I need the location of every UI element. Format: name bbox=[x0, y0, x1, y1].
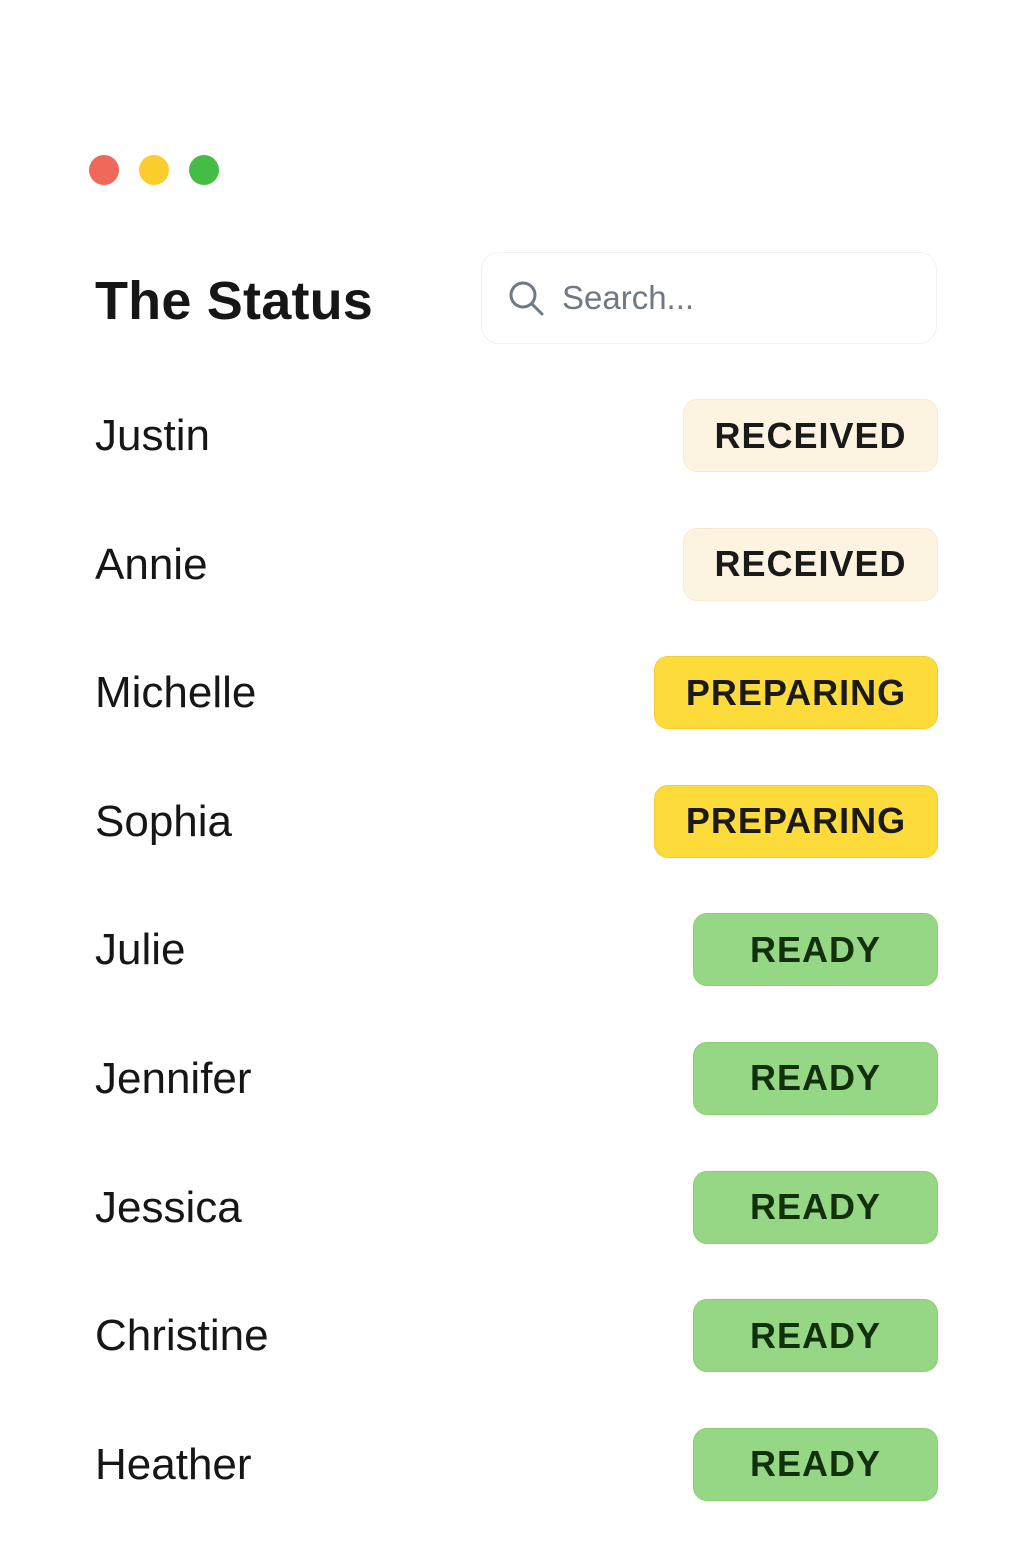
status-badge: READY bbox=[693, 1427, 938, 1501]
search-icon bbox=[506, 278, 546, 318]
status-badge: RECEIVED bbox=[683, 527, 938, 601]
list-item: Jennifer READY bbox=[95, 1041, 938, 1170]
zoom-button[interactable] bbox=[189, 155, 219, 185]
list-item: Jessica READY bbox=[95, 1170, 938, 1299]
status-badge: PREPARING bbox=[654, 784, 938, 858]
list-item: Julie READY bbox=[95, 912, 938, 1041]
app-window: The Status Justin RECEIVED Annie RECEIVE… bbox=[0, 0, 1024, 1536]
list-item: Michelle PREPARING bbox=[95, 655, 938, 784]
status-badge: READY bbox=[693, 913, 938, 987]
header: The Status bbox=[95, 252, 938, 346]
minimize-button[interactable] bbox=[139, 155, 169, 185]
customer-name: Jennifer bbox=[95, 1053, 252, 1103]
search-box[interactable] bbox=[481, 252, 937, 344]
status-badge: READY bbox=[693, 1299, 938, 1373]
customer-name: Christine bbox=[95, 1311, 269, 1361]
customer-name: Annie bbox=[95, 539, 208, 589]
order-status-list: Justin RECEIVED Annie RECEIVED Michelle … bbox=[95, 398, 938, 1555]
status-badge: RECEIVED bbox=[683, 399, 938, 472]
customer-name: Jessica bbox=[95, 1182, 242, 1232]
list-item: Justin RECEIVED bbox=[95, 398, 938, 527]
status-badge: READY bbox=[693, 1041, 938, 1115]
window-controls bbox=[89, 155, 219, 185]
close-button[interactable] bbox=[89, 155, 119, 185]
customer-name: Sophia bbox=[95, 796, 233, 846]
customer-name: Justin bbox=[95, 411, 210, 460]
customer-name: Michelle bbox=[95, 668, 257, 718]
status-badge: READY bbox=[693, 1170, 938, 1244]
list-item: Christine READY bbox=[95, 1298, 938, 1427]
list-item: Sophia PREPARING bbox=[95, 784, 938, 913]
list-item: Annie RECEIVED bbox=[95, 527, 938, 656]
page-title: The Status bbox=[95, 271, 374, 331]
customer-name: Julie bbox=[95, 925, 186, 975]
search-input[interactable] bbox=[560, 278, 914, 318]
status-badge: PREPARING bbox=[654, 656, 938, 730]
customer-name: Heather bbox=[95, 1439, 252, 1489]
